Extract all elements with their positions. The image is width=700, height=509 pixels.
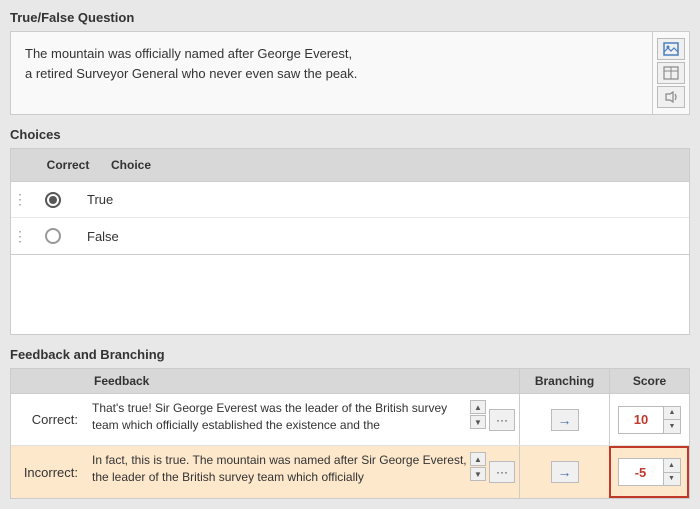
feedback-correct-feedback-cell: That's true! Sir George Everest was the …: [86, 394, 519, 445]
score-spinners-correct: ▲ ▼: [663, 407, 680, 433]
feedback-row-correct: Correct: That's true! Sir George Everest…: [11, 394, 689, 446]
score-spinners-incorrect: ▲ ▼: [663, 459, 680, 485]
choices-header-choice: Choice: [103, 153, 681, 177]
drag-handle-false[interactable]: ⋮: [11, 228, 25, 245]
score-input-correct-wrapper: ▲ ▼: [618, 406, 681, 434]
audio-icon: [663, 90, 679, 104]
feedback-correct-text: That's true! Sir George Everest was the …: [92, 400, 467, 439]
feedback-table: Feedback Branching Score Correct: That's…: [10, 368, 690, 499]
feedback-incorrect-branching: →: [519, 446, 609, 498]
image-icon-btn[interactable]: [657, 38, 685, 60]
score-down-incorrect[interactable]: ▼: [664, 473, 680, 486]
choices-section-title: Choices: [10, 127, 690, 142]
feedback-incorrect-score-cell: ▲ ▼: [609, 446, 689, 498]
choices-empty-area: [10, 255, 690, 335]
choice-row-true: ⋮ True: [11, 182, 689, 218]
feedback-incorrect-text: In fact, this is true. The mountain was …: [92, 452, 467, 492]
more-btn-correct[interactable]: ···: [489, 409, 515, 431]
main-container: True/False Question The mountain was off…: [0, 0, 700, 509]
choice-label-true: True: [81, 192, 689, 207]
question-section-title: True/False Question: [10, 10, 690, 25]
choices-header-correct: Correct: [33, 153, 103, 177]
feedback-section: Feedback and Branching Feedback Branchin…: [10, 347, 690, 499]
feedback-header-branching: Branching: [519, 369, 609, 393]
choices-section: Choices Correct Choice ⋮ True ⋮: [10, 127, 690, 335]
question-text: The mountain was officially named after …: [11, 32, 652, 114]
scroll-up-incorrect[interactable]: ▲: [470, 452, 486, 466]
image-icon: [663, 42, 679, 56]
more-btn-incorrect[interactable]: ···: [489, 461, 515, 483]
branching-arrow-incorrect[interactable]: →: [551, 461, 579, 483]
choices-header: Correct Choice: [11, 149, 689, 182]
feedback-incorrect-label: Incorrect:: [11, 446, 86, 498]
question-section: The mountain was officially named after …: [10, 31, 690, 115]
correct-radio-false[interactable]: [25, 228, 81, 245]
table-icon: [663, 66, 679, 80]
question-icons: [652, 32, 689, 114]
feedback-section-title: Feedback and Branching: [10, 347, 690, 362]
table-icon-btn[interactable]: [657, 62, 685, 84]
audio-icon-btn[interactable]: [657, 86, 685, 108]
score-up-incorrect[interactable]: ▲: [664, 459, 680, 473]
scroll-down-correct[interactable]: ▼: [470, 415, 486, 429]
feedback-incorrect-scroll: ▲ ▼: [470, 452, 486, 492]
radio-true[interactable]: [45, 192, 61, 208]
score-down-correct[interactable]: ▼: [664, 420, 680, 433]
choice-row-false: ⋮ False: [11, 218, 689, 254]
choice-label-false: False: [81, 229, 689, 244]
drag-handle-true[interactable]: ⋮: [11, 191, 25, 208]
radio-false[interactable]: [45, 228, 61, 244]
feedback-correct-score-cell: ▲ ▼: [609, 394, 689, 445]
branching-arrow-correct[interactable]: →: [551, 409, 579, 431]
choices-table: Correct Choice ⋮ True ⋮ False: [10, 148, 690, 255]
score-input-incorrect[interactable]: [619, 465, 663, 480]
feedback-header-score: Score: [609, 369, 689, 393]
score-input-incorrect-wrapper: ▲ ▼: [618, 458, 681, 486]
feedback-correct-label: Correct:: [11, 394, 86, 445]
feedback-header-label-spacer: [11, 369, 86, 393]
feedback-header: Feedback Branching Score: [11, 369, 689, 394]
score-input-correct[interactable]: [619, 412, 663, 427]
feedback-header-feedback: Feedback: [86, 369, 519, 393]
feedback-row-incorrect: Incorrect: In fact, this is true. The mo…: [11, 446, 689, 498]
score-up-correct[interactable]: ▲: [664, 407, 680, 421]
feedback-incorrect-feedback-cell: In fact, this is true. The mountain was …: [86, 446, 519, 498]
feedback-correct-scroll: ▲ ▼: [470, 400, 486, 439]
scroll-up-correct[interactable]: ▲: [470, 400, 486, 414]
scroll-down-incorrect[interactable]: ▼: [470, 467, 486, 481]
feedback-correct-branching: →: [519, 394, 609, 445]
correct-radio-true[interactable]: [25, 191, 81, 208]
